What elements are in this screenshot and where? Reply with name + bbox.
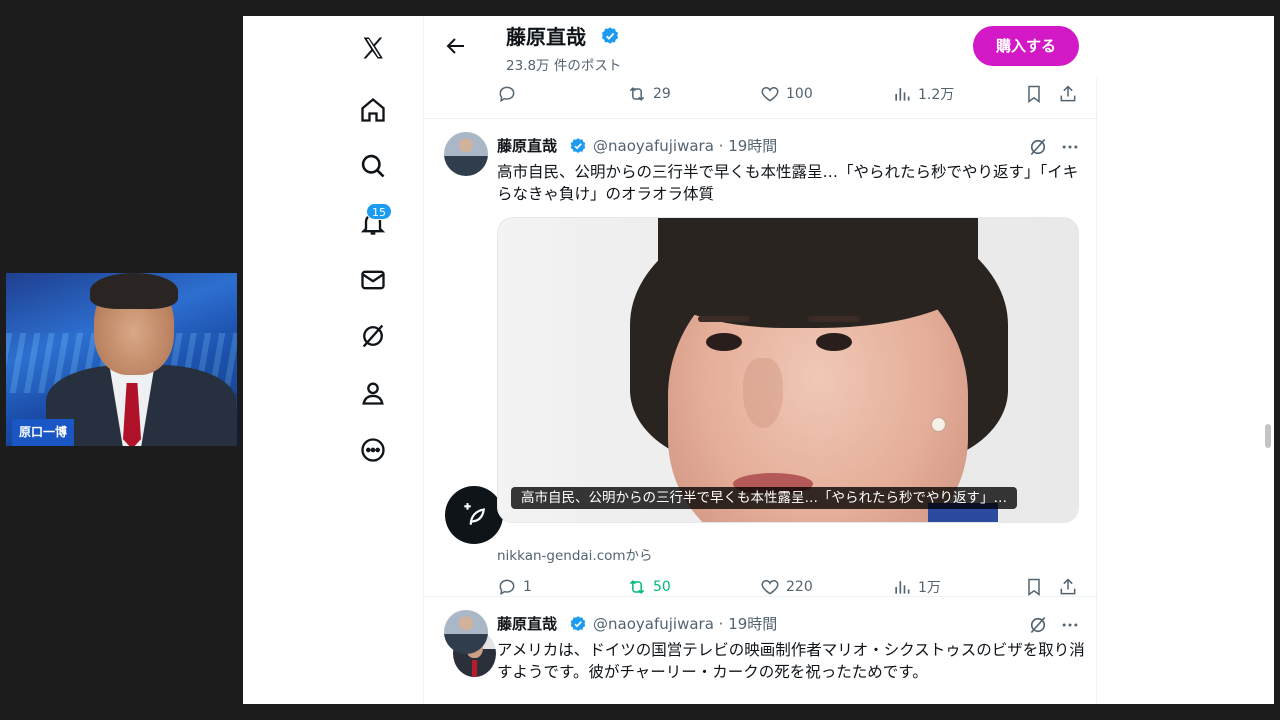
- header-post-count: 23.8万 件のポスト: [506, 58, 622, 74]
- tweet-text: 高市自民、公明からの三行半で早くも本性露呈…「やられたら秒でやり返す」「イキらな…: [497, 163, 1079, 203]
- card-image-eye: [706, 333, 742, 351]
- search-icon[interactable]: [345, 144, 401, 188]
- grok-icon[interactable]: [1028, 137, 1048, 157]
- more-options-icon[interactable]: [1060, 615, 1080, 635]
- verified-badge-icon: [601, 27, 619, 44]
- grok-icon[interactable]: [1028, 615, 1048, 635]
- heart-icon: [761, 86, 779, 102]
- card-image-fringe: [658, 218, 978, 328]
- back-arrow-icon[interactable]: [444, 34, 468, 58]
- speaker-hair: [90, 273, 178, 309]
- timeline: 藤原直哉 23.8万 件のポスト 購入する 29 100 1.2万 藤原直哉 @…: [423, 16, 1098, 704]
- tweet-handle-time[interactable]: @naoyafujiwara · 19時間: [593, 613, 777, 634]
- verified-badge-icon: [570, 616, 586, 631]
- tweet-author-name[interactable]: 藤原直哉: [497, 135, 557, 156]
- profile-icon[interactable]: [345, 371, 401, 415]
- card-image-eye: [816, 333, 852, 351]
- reply-icon: [499, 86, 515, 103]
- repost-count: 50: [653, 579, 671, 595]
- like-button[interactable]: 100: [760, 84, 813, 104]
- buy-button[interactable]: 購入する: [973, 26, 1079, 66]
- tweet[interactable]: 藤原直哉 @naoyafujiwara · 19時間 高市自民、公明からの三行半…: [424, 119, 1098, 597]
- scrollbar-thumb[interactable]: [1265, 424, 1271, 448]
- views-icon: [895, 581, 910, 594]
- bookmark-icon: [1028, 85, 1040, 103]
- reply-icon: [499, 579, 515, 596]
- view-count: 1万: [918, 580, 941, 596]
- repost-count: 29: [653, 86, 671, 102]
- scrollbar-track[interactable]: [1261, 16, 1274, 704]
- views-button[interactable]: 1.2万: [892, 84, 954, 104]
- reply-count: 1: [523, 579, 532, 595]
- home-icon[interactable]: [345, 88, 401, 132]
- share-button[interactable]: [1058, 577, 1078, 597]
- repost-icon: [629, 580, 645, 594]
- link-card[interactable]: 高市自民、公明からの三行半で早くも本性露呈…「やられたら秒でやり返す」…: [497, 217, 1079, 523]
- card-source[interactable]: nikkan-gendai.comから: [497, 544, 653, 564]
- view-count: 1.2万: [918, 87, 955, 103]
- repost-button[interactable]: 50: [627, 577, 671, 597]
- grok-icon[interactable]: [345, 314, 401, 358]
- notification-badge: 15: [366, 203, 392, 220]
- reply-button[interactable]: 1: [497, 577, 532, 597]
- share-button[interactable]: [1058, 84, 1078, 104]
- more-options-icon[interactable]: [1060, 137, 1080, 157]
- share-icon: [1060, 85, 1076, 102]
- x-logo-icon[interactable]: [345, 26, 401, 70]
- repost-button[interactable]: 29: [627, 84, 671, 104]
- header-name: 藤原直哉: [506, 25, 586, 49]
- reply-button[interactable]: [497, 84, 517, 104]
- prev-tweet-action-bar: 29 100 1.2万: [497, 82, 1077, 106]
- card-image-brow: [698, 316, 750, 322]
- heart-icon: [761, 579, 779, 595]
- tweet-handle-time[interactable]: @naoyafujiwara · 19時間: [593, 135, 777, 156]
- sidebar-nav: [343, 16, 503, 704]
- like-button[interactable]: 220: [760, 577, 813, 597]
- bookmark-button[interactable]: [1024, 577, 1044, 597]
- profile-header: 藤原直哉 23.8万 件のポスト 購入する: [424, 16, 1098, 78]
- speaker-name: 原口一博: [12, 419, 75, 446]
- like-count: 100: [786, 86, 813, 102]
- bookmark-button[interactable]: [1024, 84, 1044, 104]
- views-button[interactable]: 1万: [892, 577, 941, 597]
- x-window: 15 藤原直哉 23.8万 件のポスト 購入する 29 100 1.2万 藤原直…: [243, 16, 1261, 704]
- verified-badge-icon: [570, 138, 586, 153]
- like-count: 220: [786, 579, 813, 595]
- card-image-brow: [808, 316, 860, 322]
- views-icon: [895, 88, 910, 101]
- tweet-avatar[interactable]: [444, 132, 488, 176]
- tweet-author-name[interactable]: 藤原直哉: [497, 613, 557, 634]
- mail-icon[interactable]: [345, 258, 401, 302]
- card-image-nose: [743, 358, 783, 428]
- tweet-text: アメリカは、ドイツの国営テレビの映画制作者マリオ・シクストゥスのビザを取り消すよ…: [497, 641, 1085, 681]
- card-image-earring: [932, 418, 945, 431]
- repost-icon: [629, 87, 645, 101]
- share-icon: [1060, 578, 1076, 595]
- card-caption: 高市自民、公明からの三行半で早くも本性露呈…「やられたら秒でやり返す」…: [511, 487, 1017, 509]
- bookmark-icon: [1028, 578, 1040, 596]
- more-icon[interactable]: [345, 428, 401, 472]
- video-tile: 原口一博: [6, 273, 237, 446]
- tweet-avatar[interactable]: [444, 610, 488, 654]
- tweet[interactable]: 藤原直哉 @naoyafujiwara · 19時間 アメリカは、ドイツの国営テ…: [424, 597, 1098, 704]
- screen: 原口一博 15 藤原直哉 23.8万 件のポスト 購入する 29 100 1.2…: [0, 0, 1280, 720]
